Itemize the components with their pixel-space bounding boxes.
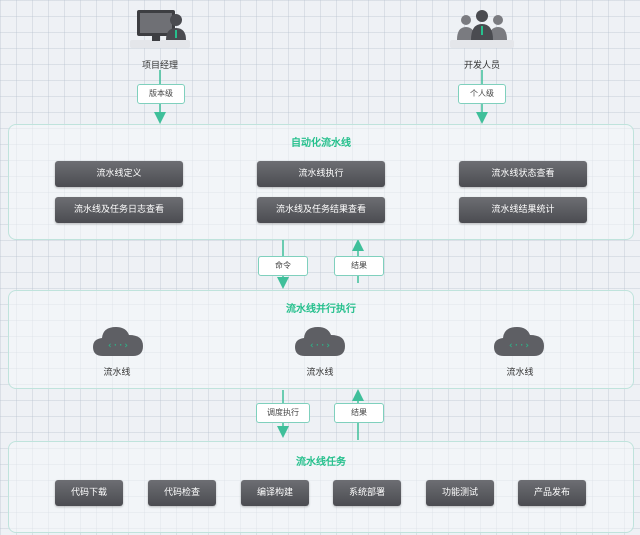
btn-system-deploy[interactable]: 系统部署	[333, 480, 401, 506]
svg-text:‹··›: ‹··›	[107, 341, 129, 351]
btn-code-check[interactable]: 代码检查	[148, 480, 216, 506]
btn-pipeline-status[interactable]: 流水线状态查看	[459, 161, 587, 187]
dev-label: 开发人员	[463, 61, 500, 71]
btn-pipeline-define[interactable]: 流水线定义	[55, 161, 183, 187]
btn-compile-build[interactable]: 编译构建	[241, 480, 309, 506]
tag-version-level: 版本级	[137, 84, 185, 104]
cloud-label-2: 流水线	[306, 368, 334, 378]
tag-result-bottom: 结果	[334, 403, 384, 423]
btn-function-test[interactable]: 功能测试	[426, 480, 494, 506]
parallel-title: 流水线并行执行	[286, 304, 356, 315]
tasks-section: 流水线任务 代码下载 代码检查 编译构建 系统部署 功能测试 产品发布	[8, 441, 634, 533]
people-group-icon	[450, 10, 514, 48]
monitor-user-icon	[130, 10, 190, 48]
btn-pipeline-result[interactable]: 流水线及任务结果查看	[257, 197, 385, 223]
tag-command: 命令	[258, 256, 308, 276]
cloud-icon: ‹··›	[494, 327, 544, 356]
btn-code-download[interactable]: 代码下载	[55, 480, 123, 506]
cloud-label-3: 流水线	[506, 368, 534, 378]
tag-personal-level: 个人级	[458, 84, 506, 104]
btn-pipeline-stats[interactable]: 流水线结果统计	[459, 197, 587, 223]
cloud-label-1: 流水线	[103, 368, 131, 378]
pm-actor: 项目经理	[110, 6, 210, 71]
cloud-icon: ‹··›	[93, 327, 143, 356]
btn-pipeline-log[interactable]: 流水线及任务日志查看	[55, 197, 183, 223]
tasks-title: 流水线任务	[296, 457, 346, 468]
cloud-icon: ‹··›	[295, 327, 345, 356]
dev-actor: 开发人员	[432, 6, 532, 71]
btn-product-release[interactable]: 产品发布	[518, 480, 586, 506]
svg-text:‹··›: ‹··›	[508, 341, 530, 351]
automation-title: 自动化流水线	[291, 138, 351, 149]
automation-section: 自动化流水线 流水线定义 流水线执行 流水线状态查看 流水线及任务日志查看 流水…	[8, 124, 634, 240]
pm-label: 项目经理	[141, 61, 178, 71]
svg-text:‹··›: ‹··›	[309, 341, 331, 351]
tag-result-top: 结果	[334, 256, 384, 276]
tag-schedule: 调度执行	[256, 403, 310, 423]
btn-pipeline-execute[interactable]: 流水线执行	[257, 161, 385, 187]
